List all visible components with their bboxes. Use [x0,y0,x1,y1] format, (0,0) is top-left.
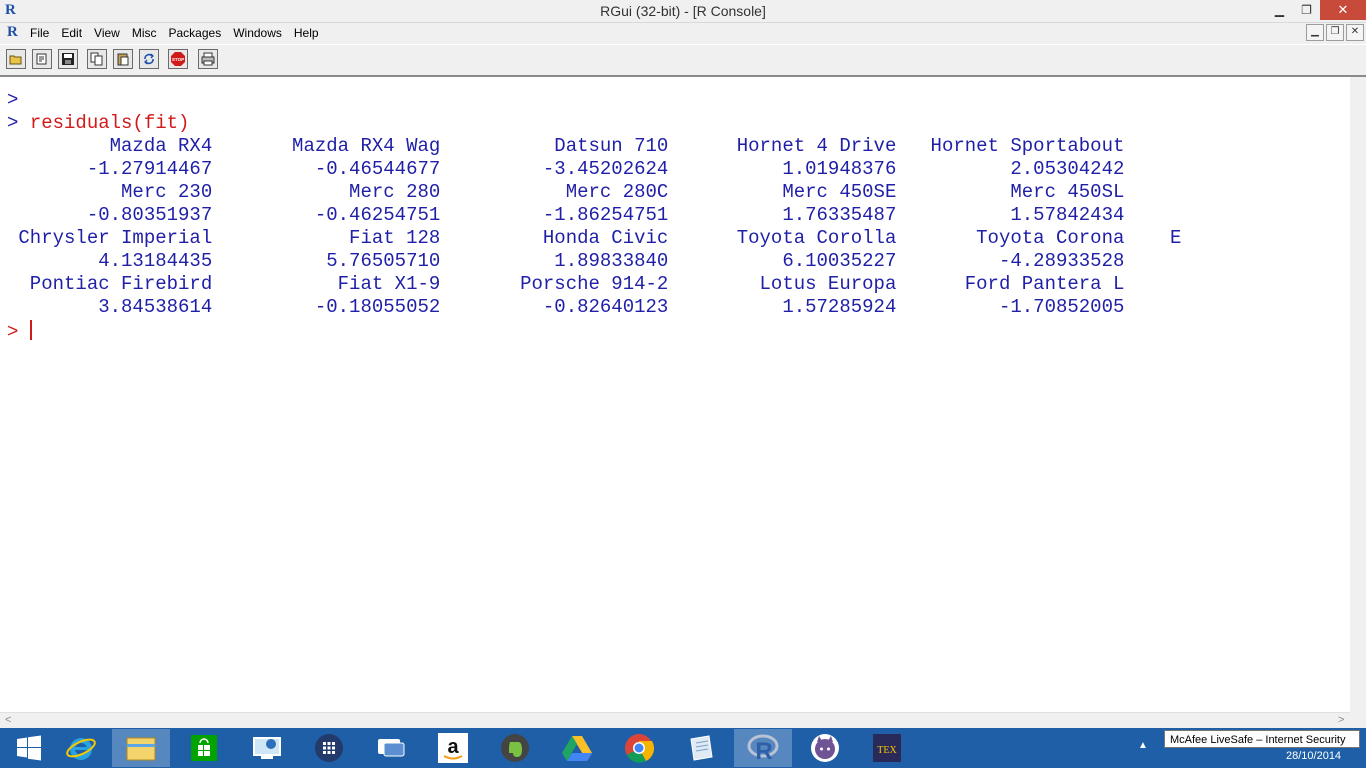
copy-icon [90,52,103,66]
remote-desktop-icon [253,737,281,759]
github-cat-icon [811,734,839,762]
taskbar-amazon[interactable]: a [424,729,482,767]
maximize-button[interactable]: ❐ [1293,0,1320,20]
taskbar-chat[interactable] [362,729,420,767]
windows-store-icon [191,735,217,761]
console-minimize-button[interactable]: ▁ [1306,24,1324,41]
text-cursor [29,320,32,340]
console-restore-button[interactable]: ❐ [1326,24,1344,41]
taskbar-file-explorer[interactable] [112,729,170,767]
load-workspace-button[interactable] [32,49,52,69]
internet-explorer-icon [66,738,96,760]
prompt: > [7,112,19,134]
open-script-button[interactable] [6,49,26,69]
menu-file[interactable]: File [30,25,57,42]
output-line: 3.84538614 -0.18055052 -0.82640123 1.572… [7,296,1125,318]
taskbar-tex[interactable]: TEX [858,729,916,767]
minimize-button[interactable]: ▁ [1266,0,1293,20]
scroll-right-icon[interactable]: > [1338,713,1344,728]
start-button[interactable] [0,729,58,767]
load-workspace-icon [36,53,47,65]
prompt: > [7,321,19,343]
output-line: Chrysler Imperial Fiat 128 Honda Civic T… [7,227,1182,249]
menu-edit[interactable]: Edit [61,25,90,42]
command-text: residuals(fit) [29,112,190,134]
taskbar-notepad[interactable] [672,729,730,767]
console-close-button[interactable]: ✕ [1346,24,1364,41]
r-console[interactable]: > > residuals(fit) Mazda RX4 Mazda RX4 W… [0,77,1350,713]
taskbar-windows-store[interactable] [175,729,233,767]
evernote-icon [501,734,529,762]
taskbar-evernote[interactable] [486,729,544,767]
chat-icon [378,739,405,757]
menu-help[interactable]: Help [294,25,327,42]
console-line: > residuals(fit) [7,112,189,135]
save-workspace-button[interactable] [58,49,78,69]
prompt: > [7,89,19,111]
open-script-icon [9,55,22,65]
stop-button[interactable]: STOP [168,49,188,69]
file-explorer-icon [126,737,156,761]
tex-icon: TEX [873,734,901,762]
menu-misc[interactable]: Misc [132,25,165,42]
print-icon [201,52,215,66]
taskbar-date[interactable]: 28/10/2014 [1286,750,1341,762]
notepad-icon [690,735,713,761]
menu-packages[interactable]: Packages [169,25,230,42]
title-bar: R RGui (32-bit) - [R Console] ▁ ❐ ✕ [0,0,1366,23]
show-hidden-icons-icon[interactable]: ▲ [1138,740,1148,751]
output-line: Pontiac Firebird Fiat X1-9 Porsche 914-2… [7,273,1125,295]
paste-button[interactable] [113,49,133,69]
save-workspace-icon [62,53,74,65]
scrollbar-corner [1350,712,1366,728]
menu-view[interactable]: View [94,25,128,42]
r-console-icon[interactable]: R [7,24,18,41]
taskbar-chrome[interactable] [610,729,668,767]
google-drive-icon [562,736,592,761]
toolbar: STOP [0,45,1366,77]
horizontal-scrollbar[interactable]: < > [0,712,1350,728]
paste-icon [117,53,129,66]
tray-tooltip: McAfee LiveSafe – Internet Security [1164,730,1360,748]
output-line: -0.80351937 -0.46254751 -1.86254751 1.76… [7,204,1125,226]
console-window-controls: ▁ ❐ ✕ [1304,24,1364,41]
output-line: -1.27914467 -0.46544677 -3.45202624 1.01… [7,158,1125,180]
stop-icon: STOP [171,52,185,66]
taskbar: a R TEX ▲ [0,728,1366,768]
windows-start-icon [17,735,41,761]
console-line: > [7,89,18,112]
copy-paste-button[interactable] [139,49,159,69]
copy-paste-icon [144,53,154,65]
menu-windows[interactable]: Windows [233,25,290,42]
r-glyph: R [755,738,772,764]
print-button[interactable] [198,49,218,69]
console-input-line[interactable]: > [7,320,32,344]
taskbar-app-grid[interactable] [300,729,358,767]
stop-label: STOP [172,57,184,62]
taskbar-github[interactable] [796,729,854,767]
chrome-icon [625,734,654,763]
taskbar-r[interactable]: R [734,729,792,767]
window-controls: ▁ ❐ ✕ [1266,0,1366,20]
r-icon: R [747,734,779,764]
window-title: RGui (32-bit) - [R Console] [600,3,766,19]
close-button[interactable]: ✕ [1320,0,1366,20]
taskbar-google-drive[interactable] [548,729,606,767]
scroll-left-icon[interactable]: < [5,713,11,728]
copy-button[interactable] [87,49,107,69]
output-line: 4.13184435 5.76505710 1.89833840 6.10035… [7,250,1125,272]
amazon-icon: a [438,733,468,763]
amazon-glyph: a [447,736,459,758]
taskbar-remote-desktop[interactable] [238,729,296,767]
output-line: Mazda RX4 Mazda RX4 Wag Datsun 710 Horne… [7,135,1125,157]
vertical-scrollbar[interactable] [1350,77,1366,713]
taskbar-internet-explorer[interactable] [52,729,110,767]
app-grid-icon [315,734,343,762]
output-line: Merc 230 Merc 280 Merc 280C Merc 450SE M… [7,181,1125,203]
menu-bar: R File Edit View Misc Packages Windows H… [0,23,1366,44]
tex-glyph: TEX [877,745,897,756]
